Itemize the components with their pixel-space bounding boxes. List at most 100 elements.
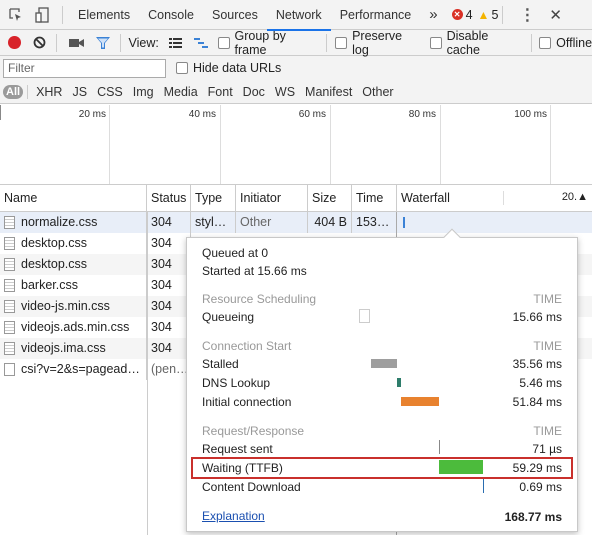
- gridline: [440, 105, 441, 184]
- more-options-icon[interactable]: ⋮: [519, 5, 535, 25]
- disable-cache-checkbox[interactable]: [429, 36, 442, 49]
- divider: [62, 5, 63, 24]
- record-button[interactable]: [8, 36, 21, 49]
- time-column-label: TIME: [533, 424, 562, 438]
- offline-checkbox[interactable]: [539, 36, 552, 49]
- type-filter-other[interactable]: Other: [357, 85, 398, 99]
- warning-icon: ▲: [477, 7, 490, 22]
- file-icon: [4, 279, 15, 293]
- request-initiator: Other: [236, 212, 308, 233]
- type-filter-xhr[interactable]: XHR: [31, 85, 67, 99]
- error-counter[interactable]: ✕ 4 ▲ 5: [451, 7, 498, 22]
- overview-tick-label: 20 ms: [78, 109, 106, 120]
- header-initiator[interactable]: Initiator: [236, 185, 308, 211]
- timing-value-request-sent: 71 µs: [532, 442, 562, 456]
- hide-data-urls-checkbox[interactable]: [176, 62, 188, 74]
- waterfall-label: Waterfall: [401, 191, 450, 205]
- gridline: [220, 105, 221, 184]
- tab-console[interactable]: Console: [139, 0, 203, 30]
- request-status: 304: [147, 338, 191, 359]
- type-filter-js[interactable]: JS: [67, 85, 92, 99]
- timing-bar-queueing: [359, 309, 370, 323]
- header-name[interactable]: Name: [0, 185, 147, 211]
- overview-tick-label: 40 ms: [188, 109, 216, 120]
- timing-label-initial-connection: Initial connection: [202, 395, 292, 409]
- header-status[interactable]: Status: [147, 185, 191, 211]
- blank-file-icon: [4, 363, 15, 377]
- request-time: 153…: [352, 212, 397, 233]
- group-by-frame-label[interactable]: Group by frame: [235, 29, 319, 57]
- type-filter-img[interactable]: Img: [128, 85, 159, 99]
- large-rows-icon[interactable]: [168, 37, 182, 48]
- waterfall-sort-indicator[interactable]: 20.▲: [502, 191, 588, 205]
- request-name: desktop.css: [21, 236, 88, 250]
- tab-sources[interactable]: Sources: [203, 0, 267, 30]
- type-filter-css[interactable]: CSS: [92, 85, 128, 99]
- offline-label[interactable]: Offline: [556, 36, 592, 50]
- type-filter-media[interactable]: Media: [159, 85, 203, 99]
- header-waterfall[interactable]: Waterfall 20.▲: [397, 185, 592, 211]
- request-name: barker.css: [21, 278, 78, 292]
- request-status: 304: [147, 254, 191, 275]
- gridline: [109, 105, 110, 184]
- error-count: 4: [465, 7, 473, 22]
- group-by-frame-checkbox[interactable]: [217, 36, 230, 49]
- filter-input[interactable]: [3, 58, 166, 78]
- explanation-link[interactable]: Explanation: [202, 509, 265, 523]
- timing-label-queueing: Queueing: [202, 310, 255, 324]
- request-status: 304: [147, 212, 191, 233]
- file-icon: [4, 216, 15, 230]
- request-name: desktop.css: [21, 257, 88, 271]
- filter-icon[interactable]: [95, 36, 110, 49]
- preserve-log-checkbox[interactable]: [335, 36, 348, 49]
- more-tabs-button[interactable]: »: [420, 0, 446, 30]
- request-name: video-js.min.css: [21, 299, 110, 313]
- devtools-tabbar: Elements Console Sources Network Perform…: [0, 0, 592, 31]
- overview-tick-label: 60 ms: [298, 109, 326, 120]
- filter-bar: Hide data URLs: [0, 56, 592, 80]
- type-filter-all[interactable]: All: [3, 84, 24, 99]
- request-status: (pen…: [147, 359, 191, 380]
- hide-data-urls-label[interactable]: Hide data URLs: [193, 61, 281, 75]
- timing-label-waiting-ttfb: Waiting (TTFB): [202, 461, 283, 475]
- type-filter-ws[interactable]: WS: [270, 85, 300, 99]
- request-name: videojs.ads.min.css: [21, 320, 130, 334]
- table-row[interactable]: normalize.css 304 styl… Other 404 B 153…: [0, 212, 592, 233]
- timing-value-content-download: 0.69 ms: [519, 480, 562, 494]
- header-size[interactable]: Size: [308, 185, 352, 211]
- timing-value-stalled: 35.56 ms: [512, 357, 562, 371]
- device-toolbar-icon[interactable]: [34, 6, 50, 23]
- time-column-label: TIME: [533, 339, 562, 353]
- column-divider: [147, 212, 148, 535]
- header-type[interactable]: Type: [191, 185, 236, 211]
- preserve-log-label[interactable]: Preserve log: [352, 29, 420, 57]
- request-name: csi?v=2&s=pagead…: [21, 362, 140, 376]
- timing-bar-content-download: [483, 479, 484, 493]
- request-waterfall[interactable]: [397, 212, 592, 233]
- timeline-overview[interactable]: 20 ms 40 ms 60 ms 80 ms 100 ms: [0, 105, 592, 185]
- divider: [55, 33, 57, 52]
- overview-tick-label: 80 ms: [408, 109, 436, 120]
- request-type: styl…: [191, 212, 236, 233]
- timing-value-waiting-ttfb: 59.29 ms: [512, 461, 562, 475]
- type-filter-doc[interactable]: Doc: [238, 85, 270, 99]
- header-time[interactable]: Time: [352, 185, 397, 211]
- tab-network[interactable]: Network: [266, 0, 331, 31]
- section-title-request-response: Request/Response: [202, 424, 305, 438]
- tab-elements[interactable]: Elements: [69, 0, 139, 30]
- timing-value-dns-lookup: 5.46 ms: [519, 376, 562, 390]
- disable-cache-label[interactable]: Disable cache: [447, 29, 523, 57]
- divider: [119, 33, 121, 52]
- timing-total: 168.77 ms: [504, 510, 562, 524]
- type-filter-font[interactable]: Font: [203, 85, 238, 99]
- section-title-resource-scheduling: Resource Scheduling: [202, 292, 317, 306]
- time-column-label: TIME: [533, 292, 562, 306]
- type-filter-manifest[interactable]: Manifest: [300, 85, 357, 99]
- inspect-element-icon[interactable]: [8, 7, 24, 23]
- close-icon[interactable]: ✕: [549, 6, 562, 24]
- screenshot-camera-icon[interactable]: [68, 38, 84, 48]
- clear-icon[interactable]: [33, 36, 46, 49]
- tab-performance[interactable]: Performance: [331, 0, 421, 30]
- waterfall-overview-icon[interactable]: [193, 37, 208, 48]
- queued-at-text: Queued at 0: [202, 246, 269, 260]
